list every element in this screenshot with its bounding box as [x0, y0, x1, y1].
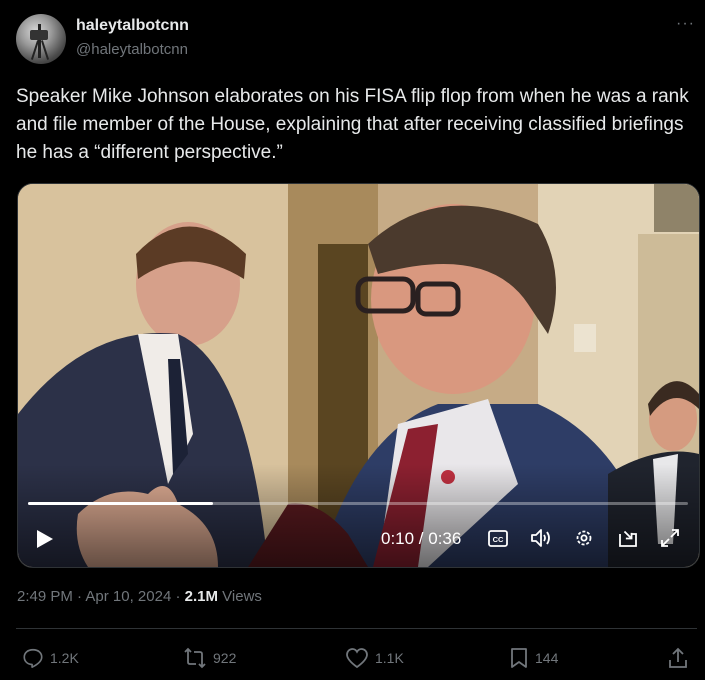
share-icon [669, 647, 687, 668]
author-display-name[interactable]: haleytalbotcnn [76, 17, 189, 35]
tweet-text: Speaker Mike Johnson elaborates on his F… [16, 86, 689, 163]
bookmark-icon [511, 648, 527, 668]
reply-count: 1.2K [50, 650, 79, 666]
reply-icon [23, 648, 43, 668]
share-button[interactable] [667, 646, 695, 670]
tweet-time[interactable]: 2:49 PM [17, 588, 73, 605]
reply-button[interactable]: 1.2K [22, 646, 79, 670]
author-handle[interactable]: @haleytalbotcnn [76, 41, 188, 58]
views-label: Views [222, 588, 262, 605]
meta-separator: · [77, 588, 83, 605]
tweet-meta: 2:49 PM · Apr 10, 2024 · 2.1M Views [17, 588, 262, 605]
repost-count: 922 [213, 650, 237, 666]
bookmark-button[interactable]: 144 [509, 646, 558, 670]
video-progress-bar[interactable] [28, 502, 688, 505]
video-frame [18, 184, 699, 567]
tweet-date[interactable]: Apr 10, 2024 [85, 588, 171, 605]
video-progress-fill [28, 502, 213, 505]
avatar[interactable] [16, 14, 66, 64]
like-button[interactable]: 1.1K [345, 646, 404, 670]
repost-icon [184, 647, 206, 669]
bookmark-count: 144 [535, 650, 559, 666]
heart-icon [346, 648, 368, 669]
video-player[interactable]: 0:10 / 0:36 CC [17, 183, 700, 568]
divider [16, 628, 697, 629]
repost-button[interactable]: 922 [183, 646, 236, 670]
more-options-icon[interactable]: ··· [676, 15, 695, 33]
svg-text:CC: CC [493, 535, 504, 544]
video-time: 0:10 / 0:36 [381, 529, 462, 548]
like-count: 1.1K [375, 650, 404, 666]
meta-separator: · [175, 588, 181, 605]
views-count: 2.1M [184, 588, 218, 605]
